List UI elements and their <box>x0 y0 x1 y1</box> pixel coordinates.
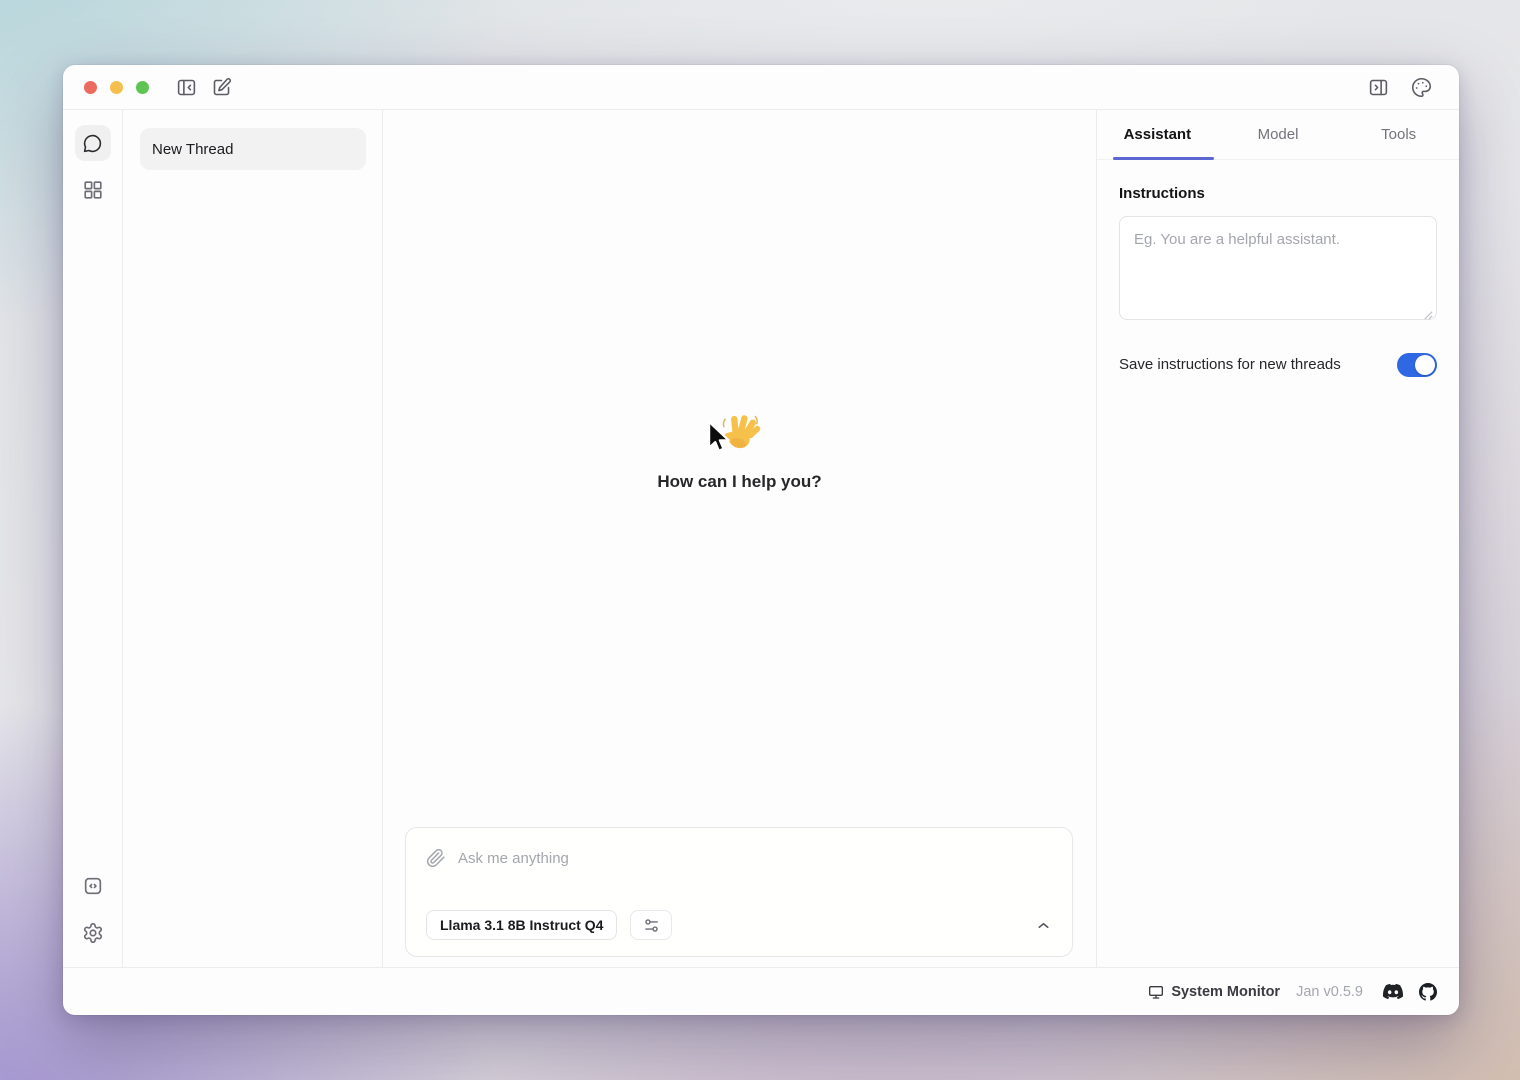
minimize-window-button[interactable] <box>110 81 123 94</box>
github-icon <box>1419 983 1437 1001</box>
nav-hub-button[interactable] <box>75 172 111 208</box>
system-monitor-icon <box>1148 984 1164 1000</box>
settings-gear-icon <box>82 922 104 944</box>
instructions-textarea[interactable] <box>1119 216 1437 320</box>
empty-state-greeting: How can I help you? <box>657 410 821 492</box>
discord-icon <box>1383 984 1403 999</box>
palette-icon <box>1411 77 1432 98</box>
thread-list-panel: New Thread <box>123 110 383 967</box>
model-settings-button[interactable] <box>630 910 672 940</box>
compose-icon <box>211 77 232 98</box>
cursor-arrow-icon <box>701 419 733 459</box>
waving-hand-icon <box>717 410 761 456</box>
app-window: New Thread <box>63 65 1459 1015</box>
code-square-icon <box>82 875 104 897</box>
app-version-label: Jan v0.5.9 <box>1296 984 1363 1000</box>
chevron-up-icon <box>1035 917 1052 934</box>
zoom-window-button[interactable] <box>136 81 149 94</box>
right-panel-tabs: Assistant Model Tools <box>1097 110 1459 160</box>
system-monitor-label: System Monitor <box>1171 984 1280 1000</box>
system-monitor-button[interactable]: System Monitor <box>1148 984 1280 1000</box>
main-chat-area: How can I help you? Llama 3.1 8B Instruc… <box>383 110 1096 967</box>
greeting-text: How can I help you? <box>657 472 821 492</box>
nav-threads-button[interactable] <box>75 125 111 161</box>
instructions-heading: Instructions <box>1119 185 1437 202</box>
tab-model[interactable]: Model <box>1218 110 1339 159</box>
new-thread-button[interactable] <box>211 77 232 98</box>
nav-settings-button[interactable] <box>75 915 111 951</box>
traffic-lights <box>84 81 149 94</box>
appearance-button[interactable] <box>1411 77 1432 98</box>
apps-grid-icon <box>82 179 104 201</box>
model-selector-label: Llama 3.1 8B Instruct Q4 <box>440 917 603 933</box>
close-window-button[interactable] <box>84 81 97 94</box>
thread-list-item[interactable]: New Thread <box>140 128 366 170</box>
github-link[interactable] <box>1419 983 1437 1001</box>
statusbar: System Monitor Jan v0.5.9 <box>63 967 1459 1015</box>
panel-right-icon <box>1368 77 1389 98</box>
tab-assistant[interactable]: Assistant <box>1097 110 1218 159</box>
icon-rail <box>63 110 123 967</box>
toggle-right-panel-button[interactable] <box>1368 77 1389 98</box>
thread-title: New Thread <box>152 141 233 158</box>
assistant-settings-panel: Assistant Model Tools Instructions Save … <box>1096 110 1459 967</box>
chat-input[interactable] <box>458 850 1052 867</box>
titlebar <box>63 65 1459 110</box>
toggle-left-sidebar-button[interactable] <box>176 77 197 98</box>
chat-bubble-icon <box>82 133 103 154</box>
toggle-knob <box>1415 355 1435 375</box>
discord-link[interactable] <box>1383 984 1403 999</box>
collapse-composer-button[interactable] <box>1035 917 1052 934</box>
paperclip-icon <box>426 848 446 868</box>
attach-file-button[interactable] <box>426 848 446 868</box>
message-composer: Llama 3.1 8B Instruct Q4 <box>405 827 1073 957</box>
nav-local-api-server-button[interactable] <box>75 868 111 904</box>
tab-tools[interactable]: Tools <box>1338 110 1459 159</box>
panel-left-collapse-icon <box>176 77 197 98</box>
model-settings-sliders-icon <box>643 917 660 934</box>
save-instructions-label: Save instructions for new threads <box>1119 352 1341 378</box>
model-selector-button[interactable]: Llama 3.1 8B Instruct Q4 <box>426 910 617 940</box>
save-instructions-toggle[interactable] <box>1397 353 1437 377</box>
